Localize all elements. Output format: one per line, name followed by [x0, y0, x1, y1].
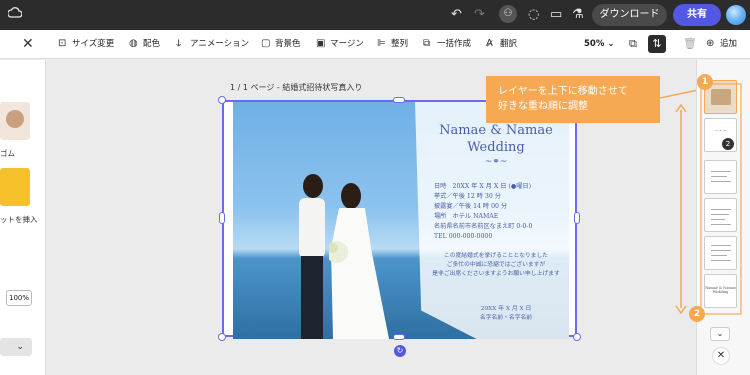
invitation-signature[interactable]: 20XX 年 X 月 X 日 — [433, 305, 569, 314]
trash-icon[interactable]: 🗑 — [683, 37, 697, 51]
cloud-icon[interactable] — [7, 7, 23, 24]
wedding-photo[interactable]: Namae & Namae Wedding ~⚭~ 日時 20XX 年 X 月 … — [233, 102, 569, 339]
close-icon[interactable]: ✕ — [712, 347, 730, 365]
panel-zoom[interactable]: 100% — [6, 290, 32, 306]
add-label: 追加 — [720, 39, 738, 49]
avatar[interactable] — [726, 5, 746, 25]
chevron-down-icon[interactable]: ⌄ — [0, 338, 32, 356]
instruction-tooltip: レイヤーを上下に移動させて 好きな重ね順に調整 — [486, 76, 660, 123]
add-button[interactable]: ⊕ 追加 — [706, 38, 737, 50]
left-panel: ゴム ットを挿入 100% ⌄ — [0, 60, 46, 375]
step-badge: 2 — [689, 306, 705, 322]
toolbar-label: サイズ変更 — [72, 39, 115, 49]
page-selection-outline — [700, 83, 742, 315]
invitation-message[interactable]: この度結婚式を挙げることとなりました — [423, 252, 569, 261]
toolbar-label: 整列 — [391, 39, 409, 49]
tooltip-line: レイヤーを上下に移動させて — [498, 86, 628, 97]
invitation-title-line1[interactable]: Namae & Namae — [423, 122, 569, 139]
zoom-value: 50% — [584, 39, 605, 49]
toolbar-align[interactable]: ⊫ 整列 — [377, 38, 408, 50]
toolbar-label: 一括作成 — [437, 39, 472, 49]
resize-handle[interactable] — [218, 96, 226, 104]
comment-icon[interactable]: ▭ — [550, 7, 562, 23]
element-thumbnail[interactable] — [0, 168, 30, 206]
bulk-create-icon: ⧉ — [423, 38, 431, 49]
resize-handle[interactable] — [393, 97, 405, 103]
background-color-icon: ▢ — [261, 38, 271, 49]
design-page[interactable]: Namae & Namae Wedding ~⚭~ 日時 20XX 年 X 月 … — [222, 100, 577, 339]
redo-icon[interactable]: ↷ — [474, 7, 485, 23]
rings-ornament-icon: ~⚭~ — [484, 157, 508, 167]
animation-icon: ↆ — [176, 38, 182, 49]
toolbar-bulk-create[interactable]: ⧉ 一括作成 — [423, 38, 471, 50]
toolbar-background-color[interactable]: ▢ 背景色 — [261, 38, 301, 50]
toolbar-label: マージン — [330, 39, 364, 49]
close-icon[interactable]: ✕ — [22, 37, 34, 51]
rotate-icon[interactable]: ↻ — [394, 345, 406, 357]
element-thumbnail[interactable] — [0, 102, 30, 140]
tooltip-connector — [660, 89, 699, 99]
align-icon: ⊫ — [377, 38, 386, 49]
toolbar-label: 背景色 — [275, 39, 301, 49]
invitation-detail[interactable]: 日時 20XX 年 X 月 X 日 (●曜日) — [434, 182, 531, 192]
toolbar-label: アニメーション — [190, 39, 250, 49]
toolbar-label: 配色 — [143, 39, 161, 49]
invitation-message[interactable]: ご多忙の中誠に恐縮ではございますが — [423, 261, 569, 270]
zoom-select[interactable]: 50% ⌄ — [584, 38, 614, 50]
resize-handle[interactable] — [573, 333, 581, 341]
toolbar-label: 翻訳 — [500, 39, 518, 49]
lightbulb-icon[interactable]: ◌ — [528, 7, 539, 23]
invitation-message[interactable]: 是非ご出席くださいますようお願い申し上げます — [423, 270, 569, 279]
download-button[interactable]: ダウンロード — [592, 4, 667, 26]
resize-icon: ⊡ — [58, 38, 67, 49]
toolbar-margin[interactable]: ▣ マージン — [316, 38, 364, 50]
step-badge: 1 — [697, 74, 713, 90]
add-user-icon[interactable]: ⚇ — [499, 5, 517, 23]
margin-icon: ▣ — [316, 38, 326, 49]
plus-circle-icon: ⊕ — [706, 38, 715, 49]
invitation-detail[interactable]: 名前県名前市名前区なまえ町 0-0-0 — [434, 222, 532, 232]
toolbar-palette[interactable]: ◍ 配色 — [129, 38, 160, 50]
invitation-detail[interactable]: 挙式／午後 12 時 30 分 — [434, 192, 501, 202]
toolbar: ✕ ⊡ サイズ変更 ◍ 配色 ↆ アニメーション ▢ 背景色 ▣ マージン ⊫ 整列 ⧉ 一括… — [0, 30, 750, 59]
invitation-detail[interactable]: TEL 000-000-0000 — [434, 232, 492, 242]
tooltip-line: 好きな重ね順に調整 — [498, 101, 588, 112]
resize-handle[interactable] — [218, 333, 226, 341]
element-label: ットを挿入 — [0, 215, 38, 224]
undo-icon[interactable]: ↶ — [451, 7, 462, 23]
flask-icon[interactable]: ⚗ — [572, 7, 584, 23]
invitation-title-line2[interactable]: Wedding — [423, 139, 569, 156]
invitation-detail[interactable]: 場所 ホテル NAMAE — [434, 212, 498, 222]
invitation-signature[interactable]: 名字名前・名字名前 — [433, 314, 569, 323]
page-caption: 1 / 1 ページ - 結婚式招待状写真入り — [230, 83, 363, 92]
layers-icon[interactable]: ⧉ — [629, 37, 637, 51]
chevron-down-icon[interactable]: ⌄ — [710, 327, 730, 341]
toolbar-animation[interactable]: ↆ アニメーション — [176, 38, 249, 50]
top-bar: ↶ ↷ ⚇ ◌ ▭ ⚗ ダウンロード 共有 — [0, 0, 750, 30]
toolbar-translate[interactable]: A̷ 翻訳 — [486, 38, 517, 50]
invitation-detail[interactable]: 披露宴／午後 14 時 00 分 — [434, 202, 507, 212]
groom-figure — [299, 174, 325, 339]
bride-figure — [329, 183, 389, 339]
resize-handle[interactable] — [574, 212, 580, 224]
share-button[interactable]: 共有 — [673, 4, 721, 26]
layer-order-icon[interactable]: ⇅ — [648, 35, 666, 53]
translate-icon: A̷ — [486, 38, 493, 49]
element-label: ゴム — [0, 149, 15, 158]
resize-handle[interactable] — [219, 212, 225, 224]
toolbar-resize[interactable]: ⊡ サイズ変更 — [58, 38, 114, 50]
palette-icon: ◍ — [129, 38, 138, 49]
resize-handle[interactable] — [393, 334, 405, 340]
reorder-arrow — [675, 104, 687, 314]
